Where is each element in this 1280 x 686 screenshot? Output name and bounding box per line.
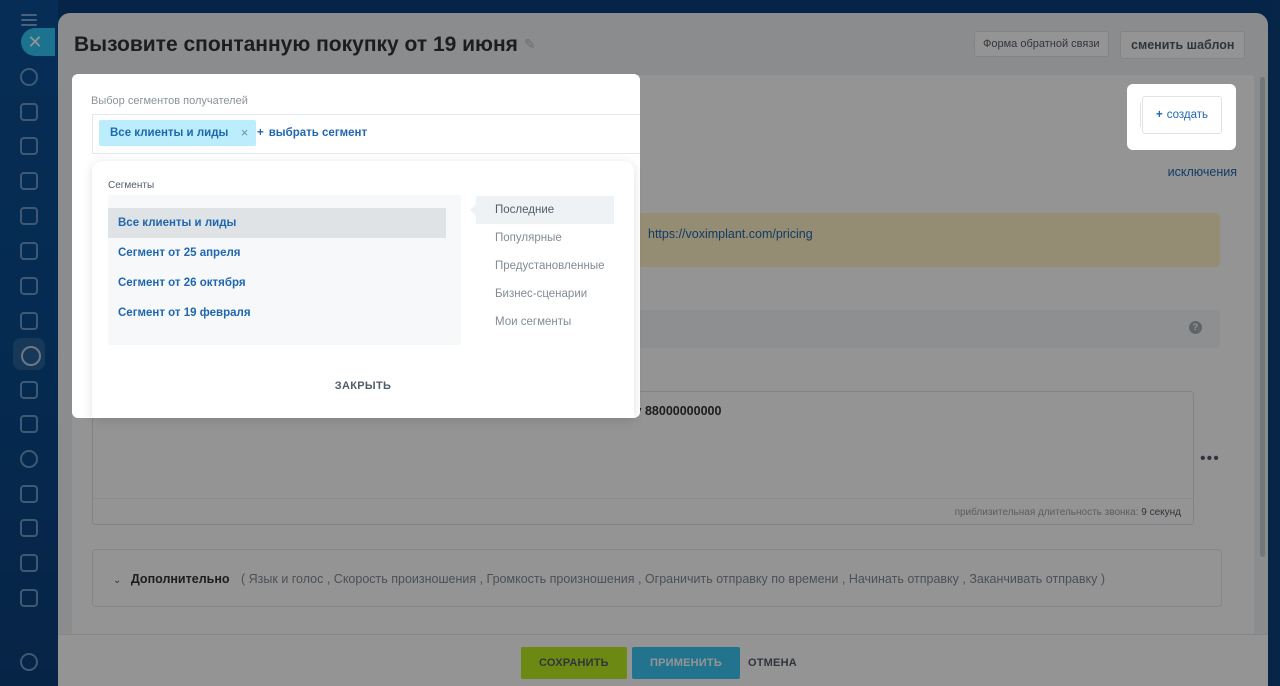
segment-tabs: Последние Популярные Предустановленные Б…	[470, 196, 614, 336]
segment-item[interactable]: Сегмент от 19 февраля	[108, 298, 446, 328]
segments-popup: Сегменты Все клиенты и лиды Сегмент от 2…	[92, 161, 634, 418]
tab-business-scenarios[interactable]: Бизнес-сценарии	[476, 280, 614, 308]
plus-icon: +	[1156, 109, 1163, 121]
select-segment-link[interactable]: + выбрать сегмент	[257, 127, 367, 139]
close-popup-button[interactable]: ЗАКРЫТЬ	[92, 380, 634, 392]
tab-predefined[interactable]: Предустановленные	[476, 252, 614, 280]
create-highlight: + создать	[1127, 84, 1236, 150]
segment-label: Выбор сегментов получателей	[91, 95, 248, 107]
segment-item[interactable]: Все клиенты и лиды	[108, 208, 446, 238]
segment-item[interactable]: Сегмент от 25 апреля	[108, 238, 446, 268]
tab-recent[interactable]: Последние	[470, 196, 614, 224]
tab-popular[interactable]: Популярные	[476, 224, 614, 252]
segment-field[interactable]: Все клиенты и лиды × + выбрать сегмент	[92, 114, 640, 154]
plus-icon: +	[257, 127, 264, 139]
selected-segment-tag[interactable]: Все клиенты и лиды ×	[99, 120, 257, 146]
segment-selector: Выбор сегментов получателей Все клиенты …	[72, 74, 640, 418]
create-button[interactable]: + создать	[1142, 96, 1222, 134]
popup-title: Сегменты	[108, 180, 155, 191]
tab-my-segments[interactable]: Мои сегменты	[476, 308, 614, 336]
segment-item[interactable]: Сегмент от 26 октября	[108, 268, 446, 298]
divider	[1140, 103, 1141, 127]
segment-list: Все клиенты и лиды Сегмент от 25 апреля …	[108, 195, 461, 345]
remove-tag-icon[interactable]: ×	[241, 120, 249, 146]
